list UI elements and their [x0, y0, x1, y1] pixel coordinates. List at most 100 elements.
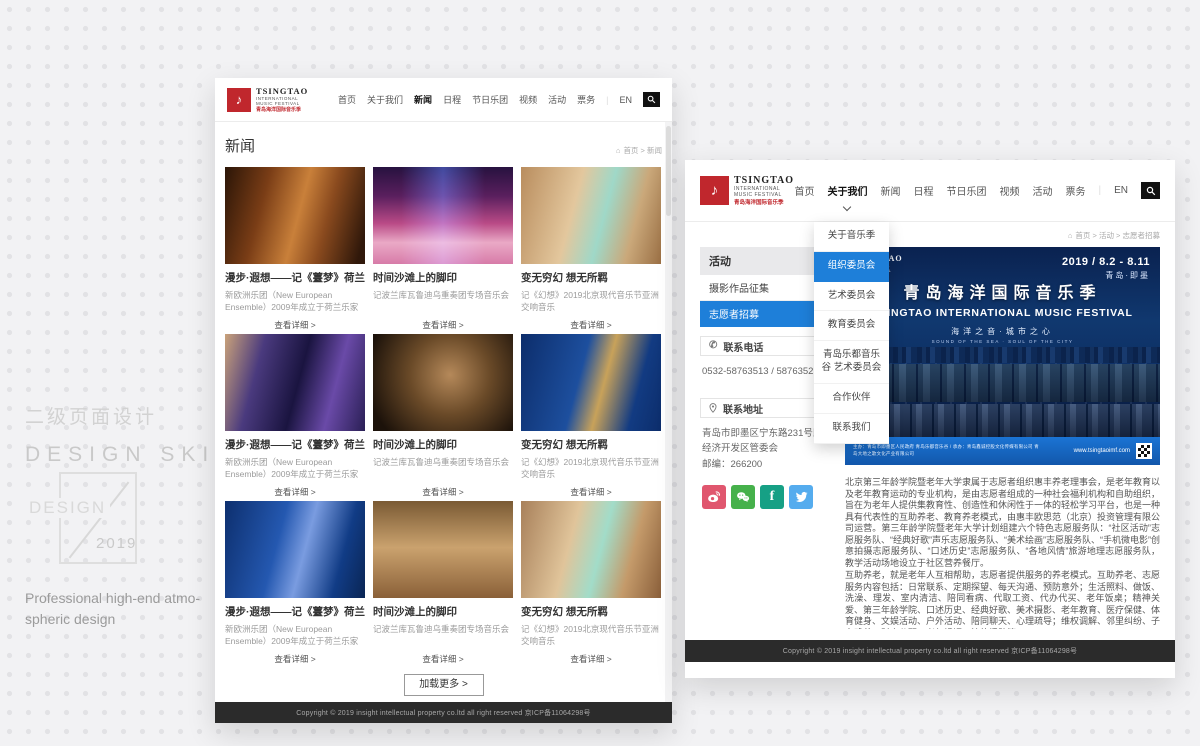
- nav-home[interactable]: 首页: [794, 183, 814, 198]
- view-detail-link[interactable]: 查看详细 >: [521, 486, 661, 498]
- wechat-icon[interactable]: [731, 485, 755, 509]
- news-thumbnail: [521, 334, 661, 431]
- activity-sidebar: 活动 ≡ 摄影作品征集 志愿者招募 ▸ ✆ 联系电话 0532-58763513…: [700, 247, 832, 629]
- breadcrumb[interactable]: ⌂ 首页 > 活动 > 志愿者招募: [1068, 230, 1160, 241]
- phone-number: 0532-58763513 / 58763525: [702, 364, 832, 379]
- contact-phone-box: ✆ 联系电话: [700, 336, 832, 356]
- search-button[interactable]: [643, 92, 660, 107]
- weibo-icon[interactable]: [702, 485, 726, 509]
- news-card[interactable]: 变无穷幻 想无所羁 记《幻想》2019北京现代音乐节亚洲交响音乐 查看详细 >: [521, 334, 661, 501]
- view-detail-link[interactable]: 查看详细 >: [225, 653, 365, 665]
- view-detail-link[interactable]: 查看详细 >: [521, 653, 661, 665]
- news-card[interactable]: 变无穷幻 想无所羁 记《幻想》2019北京现代音乐节亚洲交响音乐 查看详细 >: [521, 167, 661, 334]
- news-site-header: ♪ TSINGTAO INTERNATIONAL MUSIC FESTIVAL …: [215, 78, 672, 122]
- search-icon: [647, 95, 656, 104]
- news-thumbnail: [521, 167, 661, 264]
- nav-schedule[interactable]: 日程: [913, 183, 933, 198]
- artists-row: [845, 404, 1160, 437]
- search-button[interactable]: [1141, 182, 1160, 199]
- search-icon: [1146, 186, 1156, 196]
- dropdown-item-partners[interactable]: 合作伙伴: [814, 384, 889, 414]
- news-card[interactable]: 时间沙滩上的脚印 记波兰库瓦鲁迪乌重奏团专场音乐会 查看详细 >: [373, 334, 513, 501]
- language-switch[interactable]: EN: [619, 95, 632, 105]
- nav-about[interactable]: 关于我们: [827, 183, 867, 198]
- page-title: 新闻: [225, 135, 255, 156]
- article-text: 北京第三年龄学院暨老年大学隶属于志愿者组织惠丰养老理事会，是老年教育以及老年教育…: [845, 477, 1160, 629]
- breadcrumb[interactable]: ⌂ 首页 > 新闻: [616, 145, 662, 156]
- organizers-text: 主办：青岛市即墨区人民政府 青岛乐都音乐谷 / 承办：青岛鑫诚控股文化传媒有限公…: [853, 444, 1043, 458]
- dropdown-item-art-committee[interactable]: 艺术委员会: [814, 282, 889, 312]
- news-card[interactable]: 漫步·遐想——记《薹梦》荷兰新欧 新欧洲乐团（New European Ense…: [225, 334, 365, 501]
- location-pin-icon: [709, 403, 717, 413]
- main-nav: 首页 关于我们 新闻 日程 节日乐团 视频 活动 票务 | EN: [338, 92, 660, 107]
- contact-address-box: 联系地址: [700, 398, 832, 418]
- phone-icon: ✆: [709, 341, 717, 351]
- nav-home[interactable]: 首页: [338, 93, 356, 106]
- activity-page-mockup: ♪ TSINGTAO INTERNATIONAL MUSIC FESTIVAL …: [685, 160, 1175, 678]
- view-detail-link[interactable]: 查看详细 >: [225, 486, 365, 498]
- news-thumbnail: [373, 334, 513, 431]
- news-card[interactable]: 漫步·遐想——记《薹梦》荷兰新欧 新欧洲乐团（New European Ense…: [225, 501, 365, 668]
- nav-activity[interactable]: 活动: [548, 93, 566, 106]
- dropdown-item-festival[interactable]: 关于音乐季: [814, 222, 889, 252]
- dropdown-item-organizing-committee[interactable]: 组织委员会: [814, 252, 889, 282]
- view-detail-link[interactable]: 查看详细 >: [373, 653, 513, 665]
- address-text: 青岛市即墨区宁东路231号即墨 经济开发区管委会 邮编：266200: [702, 426, 832, 472]
- city-skyline: [845, 347, 1160, 363]
- news-card[interactable]: 时间沙滩上的脚印 记波兰库瓦鲁迪乌重奏团专场音乐会 查看详细 >: [373, 167, 513, 334]
- banner-date: 2019 / 8.2 - 8.11 青岛·即墨: [1062, 256, 1150, 281]
- dropdown-item-education-committee[interactable]: 教育委员会: [814, 311, 889, 341]
- activity-main: TSINGTAO INTERNATIONAL MUSIC FESTIVAL 20…: [845, 247, 1160, 629]
- view-detail-link[interactable]: 查看详细 >: [373, 319, 513, 331]
- sidebar-item-photo-collection[interactable]: 摄影作品征集: [700, 275, 832, 301]
- banner-titles: 青岛海洋国际音乐季 TSINGTAO INTERNATIONAL MUSIC F…: [845, 279, 1160, 344]
- nav-orchestra[interactable]: 节日乐团: [472, 93, 508, 106]
- sidebar-item-volunteer-recruit[interactable]: 志愿者招募 ▸: [700, 301, 832, 327]
- nav-ticket[interactable]: 票务: [577, 93, 595, 106]
- logo-name-cn: 青岛海洋国际音乐季: [256, 106, 308, 113]
- nav-about[interactable]: 关于我们: [367, 93, 403, 106]
- scrollbar-thumb[interactable]: [666, 126, 671, 216]
- view-detail-link[interactable]: 查看详细 >: [373, 486, 513, 498]
- site-footer: Copyright © 2019 insight intellectual pr…: [215, 702, 672, 723]
- twitter-icon[interactable]: [789, 485, 813, 509]
- news-thumbnail: [225, 167, 365, 264]
- nav-divider: |: [1098, 185, 1101, 196]
- dropdown-item-contact[interactable]: 联系我们: [814, 414, 889, 444]
- nav-schedule[interactable]: 日程: [443, 93, 461, 106]
- site-logo[interactable]: ♪ TSINGTAO INTERNATIONAL MUSIC FESTIVAL …: [700, 175, 794, 206]
- nav-video[interactable]: 视频: [519, 93, 537, 106]
- chevron-down-icon: [843, 203, 851, 211]
- view-detail-link[interactable]: 查看详细 >: [521, 319, 661, 331]
- logo-name-cn: 青岛海洋国际音乐季: [734, 198, 794, 206]
- site-logo[interactable]: ♪ TSINGTAO INTERNATIONAL MUSIC FESTIVAL …: [227, 86, 308, 113]
- logo-mark-icon: ♪: [700, 176, 729, 205]
- banner-footer-strip: 主办：青岛市即墨区人民政府 青岛乐都音乐谷 / 承办：青岛鑫诚控股文化传媒有限公…: [845, 437, 1160, 465]
- nav-news[interactable]: 新闻: [414, 93, 432, 106]
- nav-news[interactable]: 新闻: [880, 183, 900, 198]
- badge-year: 2019: [96, 535, 137, 552]
- sidebar-header: 活动 ≡: [700, 247, 832, 275]
- nav-ticket[interactable]: 票务: [1065, 183, 1085, 198]
- facebook-icon[interactable]: f: [760, 485, 784, 509]
- festival-banner: TSINGTAO INTERNATIONAL MUSIC FESTIVAL 20…: [845, 247, 1160, 465]
- activity-site-header: ♪ TSINGTAO INTERNATIONAL MUSIC FESTIVAL …: [685, 160, 1175, 222]
- dropdown-item-music-valley-committee[interactable]: 青岛乐都音乐谷 艺术委员会: [814, 341, 889, 384]
- news-card[interactable]: 漫步·遐想——记《薹梦》荷兰新欧 新欧洲乐团（New European Ense…: [225, 167, 365, 334]
- nav-activity[interactable]: 活动: [1032, 183, 1052, 198]
- news-card[interactable]: 时间沙滩上的脚印 记波兰库瓦鲁迪乌重奏团专场音乐会 查看详细 >: [373, 501, 513, 668]
- news-page-mockup: ♪ TSINGTAO INTERNATIONAL MUSIC FESTIVAL …: [215, 78, 672, 723]
- load-more-button[interactable]: 加载更多 >: [404, 674, 484, 696]
- news-card[interactable]: 变无穷幻 想无所羁 记《幻想》2019北京现代音乐节亚洲交响音乐 查看详细 >: [521, 501, 661, 668]
- about-dropdown-menu: 关于音乐季 组织委员会 艺术委员会 教育委员会 青岛乐都音乐谷 艺术委员会 合作…: [814, 222, 889, 444]
- logo-mark-icon: ♪: [227, 88, 251, 112]
- nav-divider: |: [606, 95, 608, 105]
- view-detail-link[interactable]: 查看详细 >: [225, 319, 365, 331]
- artists-row: [845, 364, 1160, 402]
- site-footer: Copyright © 2019 insight intellectual pr…: [685, 640, 1175, 662]
- home-icon: ⌂: [1068, 231, 1073, 240]
- language-switch[interactable]: EN: [1114, 185, 1128, 196]
- nav-orchestra[interactable]: 节日乐团: [946, 183, 986, 198]
- page-scrollbar[interactable]: [665, 122, 672, 702]
- nav-video[interactable]: 视频: [999, 183, 1019, 198]
